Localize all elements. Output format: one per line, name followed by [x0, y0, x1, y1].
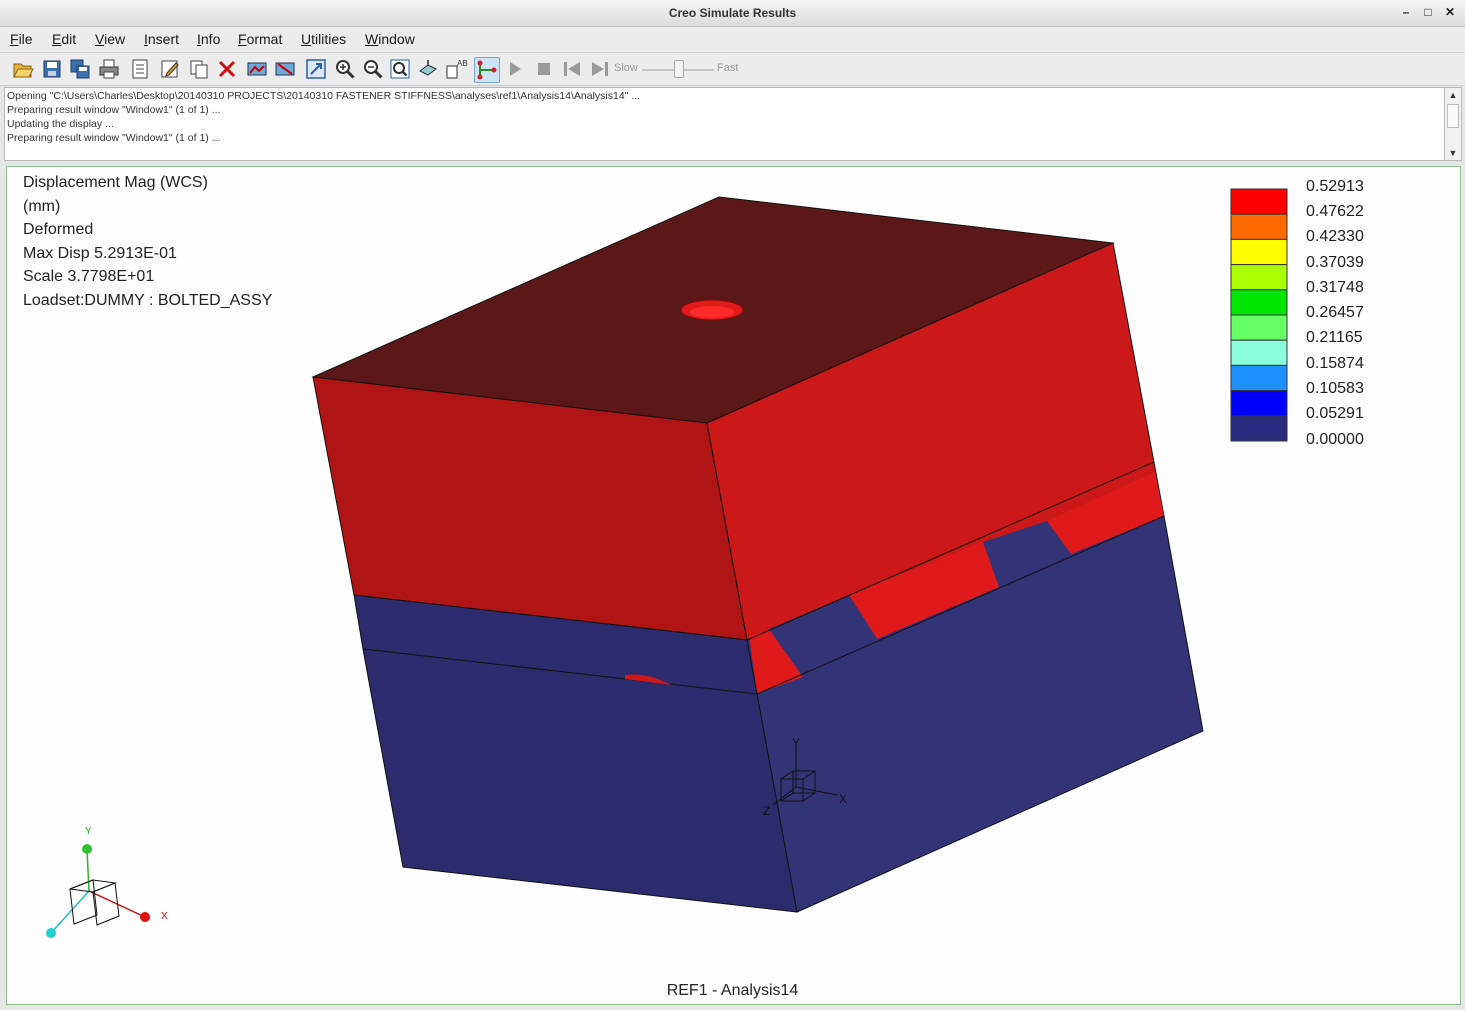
maximize-button[interactable]: □	[1421, 4, 1435, 20]
menu-insert[interactable]: Insert	[144, 31, 179, 47]
menu-info[interactable]: Info	[197, 31, 220, 47]
play-icon[interactable]	[503, 57, 527, 81]
legend-value: 0.42330	[1306, 228, 1364, 245]
legend-swatch	[1230, 188, 1288, 215]
legend-value: 0.37039	[1306, 254, 1364, 271]
speed-slow-label: Slow	[614, 62, 638, 74]
legend-value: 0.26457	[1306, 304, 1364, 321]
message-scrollbar[interactable]: ▲ ▼	[1444, 87, 1462, 161]
model-axis-z-label: Z	[763, 804, 770, 818]
result-window[interactable]: Displacement Mag (WCS) (mm) Deformed Max…	[6, 166, 1461, 1005]
zoom-window-icon[interactable]	[388, 57, 412, 81]
legend-swatch	[1230, 289, 1288, 316]
report-icon[interactable]	[128, 57, 152, 81]
window-title: Creo Simulate Results	[668, 6, 797, 20]
copy-icon[interactable]	[187, 57, 211, 81]
refit-icon[interactable]	[304, 57, 328, 81]
save-icon[interactable]	[40, 57, 64, 81]
legend-swatch	[1230, 339, 1288, 366]
show-icon[interactable]	[245, 57, 269, 81]
legend-swatch	[1230, 264, 1288, 291]
legend-swatch	[1230, 390, 1288, 417]
speed-fast-label: Fast	[717, 62, 739, 74]
message-line: Updating the display ...	[7, 118, 114, 130]
window-caption: REF1 - Analysis14	[666, 982, 799, 999]
model-axis-x-label: X	[839, 792, 847, 806]
scroll-down-arrow-icon[interactable]: ▼	[1445, 146, 1461, 160]
legend-value: 0.47622	[1306, 203, 1364, 220]
legend-value: 0.52913	[1306, 178, 1364, 195]
message-line: Preparing result window "Window1" (1 of …	[7, 132, 221, 144]
scroll-up-arrow-icon[interactable]: ▲	[1445, 88, 1461, 102]
legend-value: 0.21165	[1306, 329, 1363, 346]
menu-file[interactable]: File	[10, 31, 33, 47]
first-frame-icon[interactable]	[560, 57, 584, 81]
legend-swatch	[1230, 238, 1288, 266]
close-button[interactable]: ✕	[1443, 4, 1457, 20]
menu-format[interactable]: Format	[238, 31, 282, 47]
legend-swatch	[1230, 364, 1288, 392]
message-area[interactable]: Opening "C:\Users\Charles\Desktop\201403…	[4, 87, 1445, 161]
hide-icon[interactable]	[273, 57, 297, 81]
legend-swatch	[1230, 314, 1288, 341]
speed-slider-handle[interactable]	[674, 60, 684, 78]
legend-value: 0.10583	[1306, 380, 1364, 397]
legend-value: 0.15874	[1306, 355, 1364, 372]
title-bar: Creo Simulate Results – □ ✕	[0, 0, 1465, 27]
delete-icon[interactable]	[215, 57, 239, 81]
message-line: Opening "C:\Users\Charles\Desktop\201403…	[7, 90, 641, 102]
model-axis-y-label: Y	[792, 736, 800, 750]
legend-swatch	[1230, 213, 1288, 240]
stop-icon[interactable]	[532, 57, 556, 81]
orient-icon[interactable]	[416, 57, 440, 81]
query-icon[interactable]	[474, 57, 500, 83]
triad-x-label: X	[161, 911, 168, 922]
triad-y-label: Y	[85, 826, 92, 837]
legend-value: 0.31748	[1306, 279, 1364, 296]
zoom-in-icon[interactable]	[333, 57, 357, 81]
window-controls: – □ ✕	[1399, 4, 1457, 20]
legend-value: 0.05291	[1306, 405, 1364, 422]
svg-text:AB: AB	[457, 59, 468, 68]
legend-swatch	[1230, 415, 1288, 442]
edit-definition-icon[interactable]	[158, 57, 182, 81]
menu-window[interactable]: Window	[365, 31, 415, 47]
open-icon[interactable]	[11, 57, 35, 81]
legend-color-bar	[1230, 188, 1288, 442]
view-triad: Y X	[46, 826, 168, 938]
print-icon[interactable]	[97, 57, 121, 81]
menu-view[interactable]: View	[95, 31, 125, 47]
legend-value: 0.00000	[1306, 431, 1364, 448]
minimize-button[interactable]: –	[1399, 4, 1413, 20]
scroll-thumb[interactable]	[1447, 104, 1459, 128]
menu-bar: File Edit View Insert Info Format Utilit…	[0, 27, 1465, 53]
label-icon[interactable]: AB	[444, 57, 468, 81]
zoom-out-icon[interactable]	[361, 57, 385, 81]
menu-utilities[interactable]: Utilities	[301, 31, 346, 47]
menu-edit[interactable]: Edit	[52, 31, 76, 47]
toolbar: AB Slow Fast	[0, 53, 1465, 86]
model-viewport[interactable]: Y X Z Y X	[7, 167, 1460, 1004]
save-all-icon[interactable]	[68, 57, 92, 81]
model-left-face-lower	[353, 594, 798, 913]
message-line: Preparing result window "Window1" (1 of …	[7, 104, 221, 116]
last-frame-icon[interactable]	[588, 57, 612, 81]
